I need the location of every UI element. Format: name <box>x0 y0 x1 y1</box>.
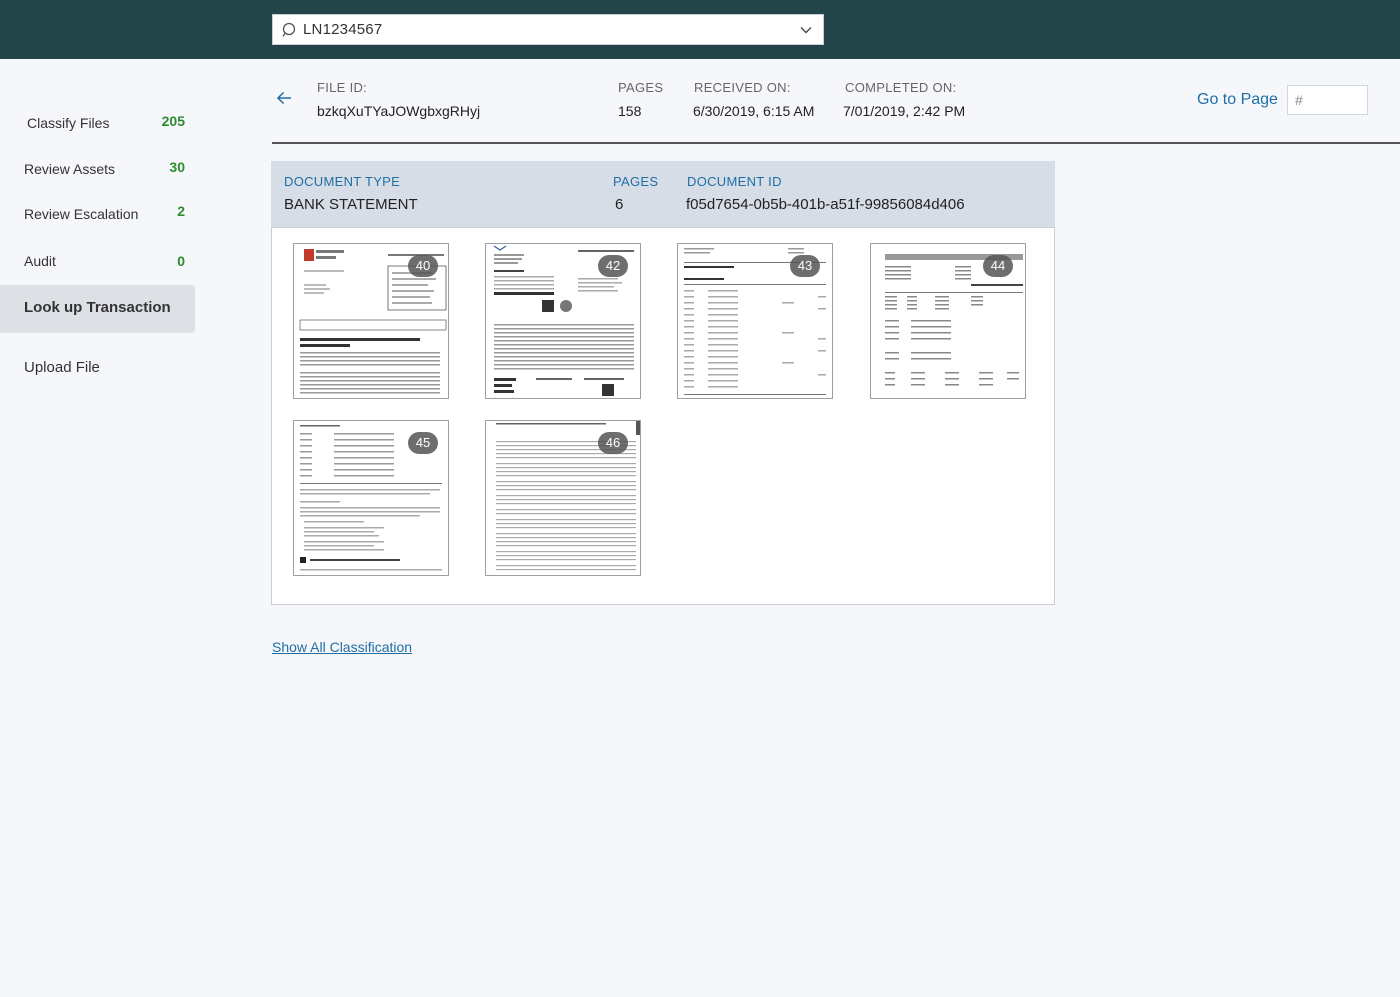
sidebar-item-count: 2 <box>177 203 185 219</box>
header-divider <box>272 142 1400 144</box>
sidebar-item-label: Review Escalation <box>24 206 139 222</box>
document-type-label: DOCUMENT TYPE <box>284 174 401 189</box>
sidebar-item-label: Review Assets <box>24 161 116 177</box>
sidebar-item-label: Upload File <box>24 359 100 376</box>
page-number-badge: 43 <box>790 255 820 277</box>
page-thumbnail[interactable]: 43 <box>677 243 833 399</box>
sidebar-item-review-assets[interactable]: Review Assets 30 <box>0 157 195 181</box>
sidebar-item-count: 0 <box>177 253 185 269</box>
sidebar-item-label: Look up Transaction <box>24 299 171 316</box>
page-thumbnail[interactable]: 42 <box>485 243 641 399</box>
page-number-badge: 44 <box>983 255 1013 277</box>
back-arrow-icon[interactable] <box>276 90 292 106</box>
sidebar-item-label: Audit <box>24 253 56 269</box>
page-thumbnail[interactable]: 40 <box>293 243 449 399</box>
sidebar-item-label: Classify Files <box>27 115 110 131</box>
document-pages-label: PAGES <box>613 174 659 189</box>
file-id-label: FILE ID: <box>317 80 368 95</box>
document-id-label: DOCUMENT ID <box>687 174 782 189</box>
completed-on-label: COMPLETED ON: <box>845 80 957 95</box>
sidebar: Classify Files 205 Review Assets 30 Revi… <box>0 59 200 997</box>
document-type-value: BANK STATEMENT <box>284 196 418 213</box>
pages-label: PAGES <box>618 80 664 95</box>
go-to-page-input[interactable]: # <box>1287 85 1368 115</box>
sidebar-item-upload-file[interactable]: Upload File <box>0 356 195 382</box>
page-number-badge: 42 <box>598 255 628 277</box>
document-id-value: f05d7654-0b5b-401b-a51f-99856084d406 <box>686 196 965 213</box>
received-on-label: RECEIVED ON: <box>694 80 791 95</box>
sidebar-item-look-up-transaction[interactable]: Look up Transaction <box>0 285 195 333</box>
document-panel: DOCUMENT TYPE BANK STATEMENT PAGES 6 DOC… <box>271 161 1055 605</box>
show-all-classification-link[interactable]: Show All Classification <box>272 639 412 655</box>
sidebar-item-review-escalation[interactable]: Review Escalation 2 <box>0 203 195 227</box>
chevron-down-icon[interactable] <box>799 23 813 37</box>
document-pages-value: 6 <box>615 196 624 213</box>
sidebar-item-count: 205 <box>161 113 185 129</box>
go-to-page-label: Go to Page <box>1197 91 1278 108</box>
completed-on-value: 7/01/2019, 2:42 PM <box>843 103 966 119</box>
document-header: DOCUMENT TYPE BANK STATEMENT PAGES 6 DOC… <box>271 161 1055 227</box>
page-number-badge: 40 <box>408 255 438 277</box>
page-thumbnail[interactable]: 44 <box>870 243 1026 399</box>
search-value: LN1234567 <box>303 21 383 38</box>
sidebar-item-audit[interactable]: Audit 0 <box>0 250 195 274</box>
page-thumbnail[interactable]: 45 <box>293 420 449 576</box>
page-number-badge: 46 <box>598 432 628 454</box>
sidebar-item-classify-files[interactable]: Classify Files 205 <box>0 111 195 135</box>
page-number-badge: 45 <box>408 432 438 454</box>
thumbnail-grid: 40 42 43 44 45 46 <box>271 227 1055 605</box>
pages-value: 158 <box>618 103 642 119</box>
sidebar-item-count: 30 <box>169 159 185 175</box>
page-thumbnail[interactable]: 46 <box>485 420 641 576</box>
file-id-value: bzkqXuTYaJOWgbxgRHyj <box>317 103 481 119</box>
top-bar: LN1234567 <box>0 0 1400 59</box>
received-on-value: 6/30/2019, 6:15 AM <box>693 103 815 119</box>
search-icon <box>282 22 296 37</box>
loan-search-combobox[interactable]: LN1234567 <box>272 14 824 45</box>
